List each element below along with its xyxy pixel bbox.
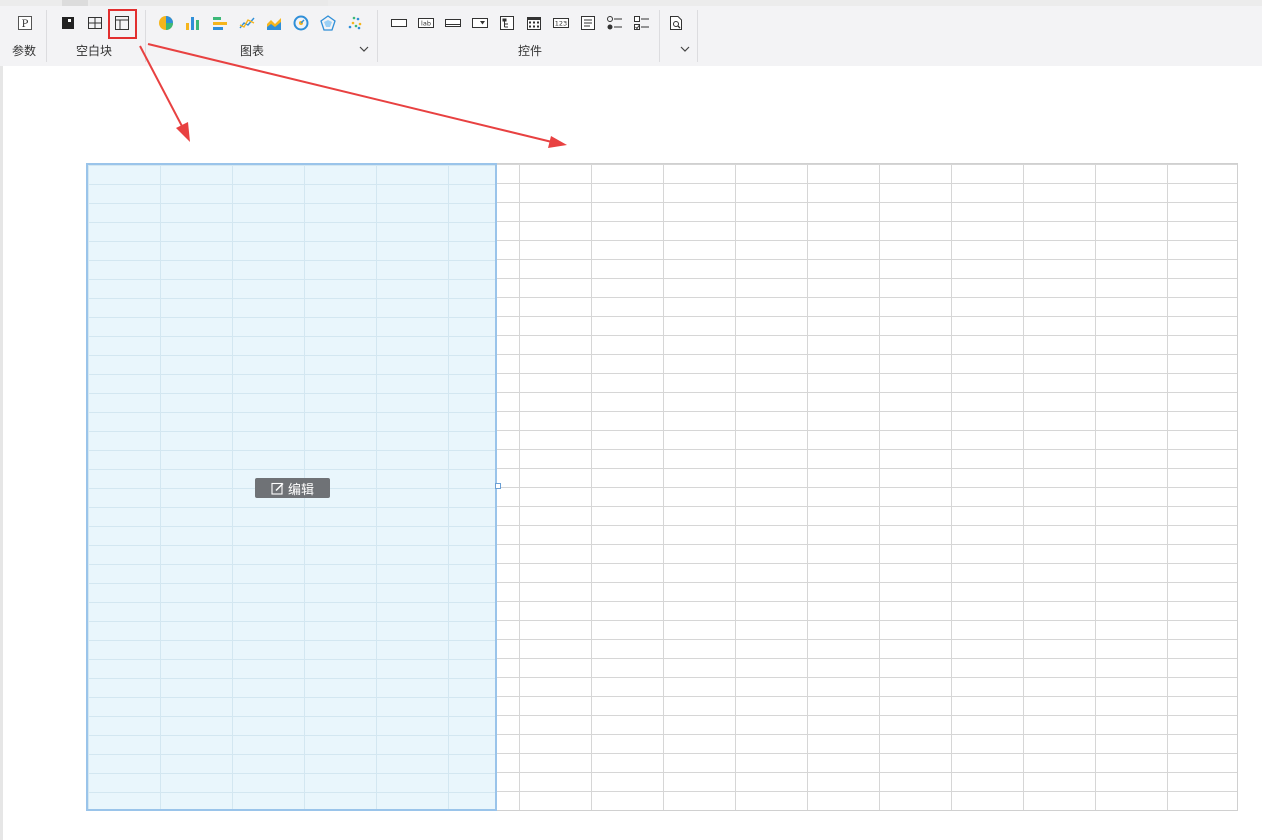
line-chart-icon[interactable]: [236, 12, 258, 34]
edit-icon: [271, 482, 284, 495]
component-toolbar: P 参数 空白块 图表 lab 123 控件: [0, 6, 1262, 66]
checkbox-group-icon[interactable]: [631, 12, 653, 34]
dark-block-icon[interactable]: [57, 12, 79, 34]
group-divider: [659, 10, 660, 62]
bar-chart-icon[interactable]: [182, 12, 204, 34]
highlight-box: [108, 9, 137, 39]
group-divider: [377, 10, 378, 62]
number-icon-text: 123: [555, 20, 567, 28]
horizontal-bar-icon[interactable]: [209, 12, 231, 34]
chevron-down-icon[interactable]: [680, 44, 690, 54]
group-label-chart: 图表: [240, 44, 265, 58]
dropdown-icon[interactable]: [469, 12, 491, 34]
group-divider: [697, 10, 698, 62]
canvas-left-edge: [0, 66, 3, 840]
group-label-param: 参数: [12, 44, 37, 58]
group-divider: [145, 10, 146, 62]
resize-handle[interactable]: [495, 483, 501, 489]
text-area-icon[interactable]: [577, 12, 599, 34]
group-divider: [46, 10, 47, 62]
edit-button[interactable]: 编辑: [255, 478, 330, 498]
pie-chart-icon[interactable]: [155, 12, 177, 34]
area-chart-icon[interactable]: [263, 12, 285, 34]
date-icon[interactable]: [523, 12, 545, 34]
scatter-chart-icon[interactable]: [344, 12, 366, 34]
edit-button-label: 编辑: [287, 481, 314, 497]
button-icon[interactable]: [442, 12, 464, 34]
svg-text:P: P: [22, 19, 29, 30]
grid-block-icon[interactable]: [84, 12, 106, 34]
label-icon-text: lab: [421, 20, 431, 28]
tree-icon[interactable]: [496, 12, 518, 34]
text-field-icon[interactable]: [388, 12, 410, 34]
query-icon[interactable]: [665, 12, 687, 34]
number-icon[interactable]: 123: [550, 12, 572, 34]
label-icon[interactable]: lab: [415, 12, 437, 34]
group-label-widget: 控件: [518, 44, 543, 58]
chevron-down-icon[interactable]: [359, 44, 369, 54]
group-label-blank: 空白块: [76, 44, 113, 58]
gauge-chart-icon[interactable]: [290, 12, 312, 34]
radar-chart-icon[interactable]: [317, 12, 339, 34]
p-param-icon[interactable]: P: [14, 12, 36, 34]
radio-group-icon[interactable]: [604, 12, 626, 34]
